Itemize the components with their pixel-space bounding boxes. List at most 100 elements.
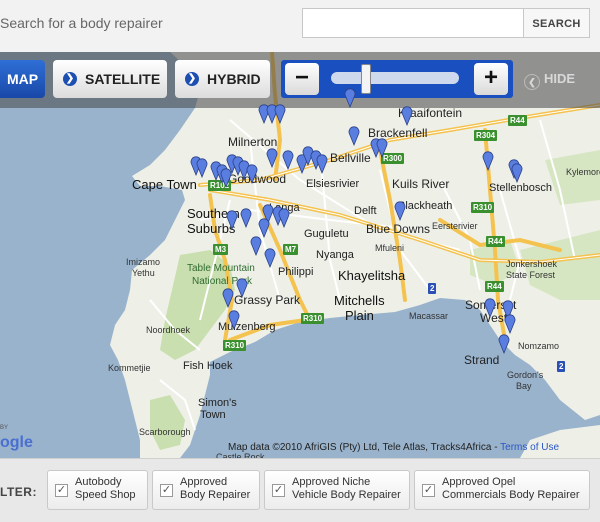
- map-pin-icon[interactable]: [240, 208, 252, 228]
- place-label: Bay: [516, 381, 532, 391]
- filter-approved-opel-commercials[interactable]: ✓ Approved Opel Commercials Body Repairer: [414, 470, 590, 510]
- road-shield: R44: [485, 281, 504, 292]
- map-pin-icon[interactable]: [264, 248, 276, 268]
- hide-label: HIDE: [544, 71, 576, 86]
- filter-approved-body-repairer[interactable]: ✓ Approved Body Repairer: [152, 470, 260, 510]
- google-logo: ogle: [0, 434, 33, 451]
- zoom-control: − +: [281, 60, 513, 98]
- place-label: Table Mountain: [187, 263, 255, 274]
- search-prompt: Search for a body repairer: [0, 15, 163, 31]
- place-label: Blackheath: [398, 200, 453, 212]
- filter-autobody-speed-shop[interactable]: ✓ Autobody Speed Shop: [47, 470, 148, 510]
- road-shield: R310: [223, 340, 247, 351]
- filter-option-label: Approved Body Repairer: [180, 476, 251, 501]
- place-label: Cape Town: [132, 177, 197, 192]
- place-label: Plain: [345, 308, 374, 323]
- place-label: Mfuleni: [375, 243, 405, 253]
- place-label: Fish Hoek: [183, 360, 233, 372]
- map-pin-icon[interactable]: [484, 298, 496, 318]
- place-label: Nomzamo: [518, 341, 560, 351]
- map-pin-icon[interactable]: [348, 126, 360, 146]
- map-pin-icon[interactable]: [401, 106, 413, 126]
- filter-approved-niche-repairer[interactable]: ✓ Approved Niche Vehicle Body Repairer: [264, 470, 410, 510]
- zoom-slider-handle[interactable]: [361, 64, 371, 94]
- filter-option-label: Autobody Speed Shop: [75, 476, 136, 501]
- map-pin-icon[interactable]: [274, 104, 286, 124]
- hide-controls-button[interactable]: ❮ HIDE: [524, 71, 575, 90]
- map-pin-icon[interactable]: [246, 164, 258, 184]
- zoom-in-button[interactable]: +: [474, 63, 508, 95]
- place-label: Eersterivier: [432, 221, 478, 231]
- attribution-text: Map data ©2010 AfriGIS (Pty) Ltd, Tele A…: [228, 442, 492, 453]
- place-label: Kommetjie: [108, 363, 151, 373]
- place-label: Stellenbosch: [489, 182, 552, 194]
- place-label: Nyanga: [316, 249, 354, 261]
- map-pin-icon[interactable]: [228, 310, 240, 330]
- map-pin-icon[interactable]: [222, 288, 234, 308]
- place-label: Guguletu: [304, 228, 349, 240]
- satellite-view-button[interactable]: ❯ SATELLITE: [53, 60, 167, 98]
- place-label: State Forest: [506, 270, 556, 280]
- map-attribution: Map data ©2010 AfriGIS (Pty) Ltd, Tele A…: [228, 442, 560, 453]
- place-label: Yethu: [132, 268, 155, 278]
- map-pin-icon[interactable]: [498, 334, 510, 354]
- map-pin-icon[interactable]: [250, 236, 262, 256]
- zoom-slider-track[interactable]: [331, 72, 459, 84]
- map-canvas[interactable]: [0, 52, 600, 458]
- place-label: Blue Downs: [366, 222, 431, 236]
- map-pin-icon[interactable]: [226, 210, 238, 230]
- map-pin-icon[interactable]: [376, 138, 388, 158]
- place-label: Delft: [354, 205, 377, 217]
- place-label: Town: [200, 409, 226, 421]
- zoom-out-button[interactable]: −: [285, 63, 319, 95]
- map-pin-icon[interactable]: [482, 151, 494, 171]
- filter-option-label: Approved Opel Commercials Body Repairer: [442, 476, 580, 501]
- map-pin-icon[interactable]: [278, 208, 290, 228]
- filter-option-label: Approved Niche Vehicle Body Repairer: [292, 476, 401, 501]
- place-label: Kylemore: [566, 167, 600, 177]
- map-view-button[interactable]: MAP: [0, 60, 45, 98]
- filter-label: LTER:: [0, 485, 37, 499]
- hybrid-view-button[interactable]: ❯ HYBRID: [175, 60, 270, 98]
- place-label: Milnerton: [228, 135, 278, 149]
- place-label: Gordon's: [507, 370, 544, 380]
- road-shield: R310: [301, 313, 325, 324]
- filter-bar: LTER: ✓ Autobody Speed Shop ✓ Approved Bod…: [0, 458, 600, 522]
- map-pin-icon[interactable]: [266, 148, 278, 168]
- map-pin-icon[interactable]: [394, 201, 406, 221]
- place-label: Mitchells: [334, 293, 385, 308]
- place-label: Muizenberg: [218, 321, 276, 333]
- checkbox[interactable]: ✓: [160, 484, 173, 497]
- map-pin-icon[interactable]: [220, 168, 232, 188]
- map-pin-icon[interactable]: [316, 154, 328, 174]
- place-label: Elsiesrivier: [306, 178, 360, 190]
- place-label: Strand: [464, 353, 500, 367]
- chevron-right-icon: ❯: [63, 72, 77, 86]
- map-pin-icon[interactable]: [196, 158, 208, 178]
- place-label: Bellville: [330, 151, 371, 165]
- search-bar: Search for a body repairer SEARCH: [0, 0, 600, 53]
- map-pin-icon[interactable]: [511, 163, 523, 183]
- chevron-right-icon: ❯: [185, 72, 199, 86]
- terms-of-use-link[interactable]: Terms of Use: [500, 442, 559, 453]
- place-label: Scarborough: [139, 427, 191, 437]
- map-pin-icon[interactable]: [258, 218, 270, 238]
- map-pin-icon[interactable]: [344, 88, 356, 108]
- place-label: Philippi: [278, 266, 314, 278]
- map-pin-icon[interactable]: [504, 314, 516, 334]
- search-input[interactable]: [302, 8, 524, 38]
- road-shield: R44: [486, 236, 505, 247]
- place-label: Simon's: [198, 397, 237, 409]
- road-shield: 2: [557, 361, 566, 372]
- road-shield: R44: [508, 115, 527, 126]
- road-shield: R310: [471, 202, 495, 213]
- road-shield: 2: [428, 283, 437, 294]
- checkbox[interactable]: ✓: [55, 484, 68, 497]
- place-label: Noordhoek: [146, 325, 191, 335]
- map-pin-icon[interactable]: [236, 278, 248, 298]
- checkbox[interactable]: ✓: [272, 484, 285, 497]
- map-pin-icon[interactable]: [282, 150, 294, 170]
- search-button[interactable]: SEARCH: [524, 8, 590, 38]
- checkbox[interactable]: ✓: [422, 484, 435, 497]
- powered-by-label: BY: [0, 425, 9, 431]
